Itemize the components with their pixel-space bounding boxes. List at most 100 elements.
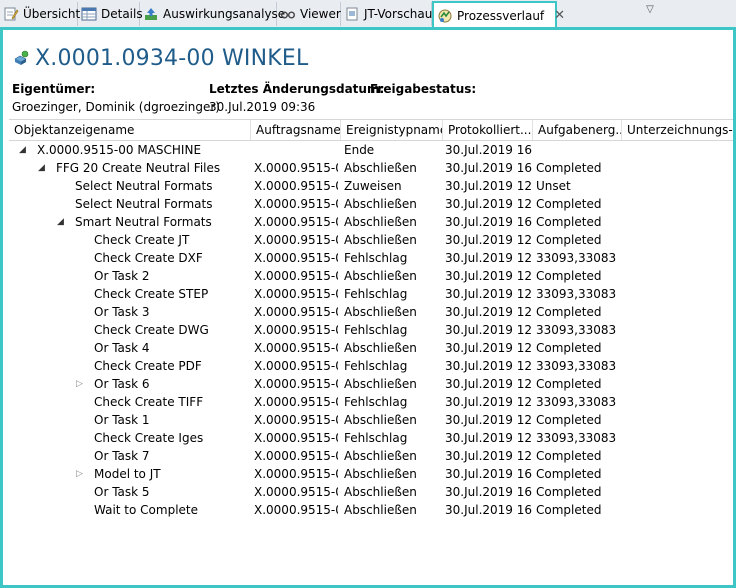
cell-logged-date: 30.Jul.2019 16:49 bbox=[445, 503, 533, 517]
close-tab-icon[interactable]: ✕ bbox=[554, 8, 565, 23]
table-row[interactable]: ◢ FFG 20 Create Neutral Files X.0000.9515-… bbox=[9, 159, 733, 177]
table-row[interactable]: Or Task 3 X.0000.9515-00 MASCHINE Abschlie… bbox=[9, 303, 733, 321]
cell-task-result: 33093,33083 bbox=[536, 323, 617, 337]
cell-event-type: Zuweisen bbox=[344, 179, 402, 193]
column-header-event-type[interactable]: Ereignistypname bbox=[341, 120, 443, 140]
cell-task-result: Completed bbox=[536, 503, 602, 517]
cell-task-result: Completed bbox=[536, 413, 602, 427]
table-row[interactable]: Check Create PDF X.0000.9515-00 MASCHINE F… bbox=[9, 357, 733, 375]
column-header-job-name[interactable]: Auftragsname bbox=[251, 120, 341, 140]
glasses-icon bbox=[280, 6, 296, 22]
cell-event-type: Abschließen bbox=[344, 197, 417, 211]
cell-event-type: Fehlschlag bbox=[344, 431, 408, 445]
tree-collapse-icon[interactable]: ◢ bbox=[38, 159, 48, 177]
owner-label: Eigentümer: bbox=[12, 82, 96, 96]
column-header-object-name[interactable]: Objektanzeigename bbox=[9, 120, 251, 140]
cell-job-name: X.0000.9515-00 MASCHINE bbox=[254, 413, 338, 427]
cell-logged-date: 30.Jul.2019 12:08 bbox=[445, 179, 533, 193]
cell-logged-date: 30.Jul.2019 12:36 bbox=[445, 269, 533, 283]
cell-logged-date: 30.Jul.2019 12:38 bbox=[445, 287, 533, 301]
table-row[interactable]: Select Neutral Formats X.0000.9515-00 MAS… bbox=[9, 195, 733, 213]
table-row[interactable]: ◢ X.0000.9515-00 MASCHINE Ende 30.Jul.2019 … bbox=[9, 141, 733, 159]
cell-logged-date: 30.Jul.2019 12:47 bbox=[445, 377, 533, 391]
owner-value: Groezinger, Dominik (dgroezinger) bbox=[12, 100, 220, 114]
view-menu-chevron-icon[interactable]: ▽ bbox=[644, 5, 656, 15]
tree-collapse-icon[interactable]: ◢ bbox=[57, 213, 67, 231]
cell-task-result: 33093,33083 bbox=[536, 287, 617, 301]
cell-event-type: Abschließen bbox=[344, 449, 417, 463]
cell-job-name: X.0000.9515-00 MASCHINE bbox=[254, 323, 338, 337]
cell-event-type: Abschließen bbox=[344, 269, 417, 283]
cell-task-result: 33093,33083 bbox=[536, 359, 617, 373]
cell-logged-date: 30.Jul.2019 12:43 bbox=[445, 341, 533, 355]
table-row[interactable]: Select Neutral Formats X.0000.9515-00 MAS… bbox=[9, 177, 733, 195]
cell-task-result: Completed bbox=[536, 161, 602, 175]
cell-job-name: X.0000.9515-00 MASCHINE bbox=[254, 485, 338, 499]
tab-label: Prozessverlauf bbox=[457, 8, 545, 23]
tab-jt-vorschau[interactable]: JT-Vorschau bbox=[341, 2, 432, 26]
cell-logged-date: 30.Jul.2019 16:47 bbox=[445, 467, 533, 481]
tree-expand-icon[interactable]: ▷ bbox=[76, 375, 86, 393]
table-row[interactable]: ▷ Or Task 6 X.0000.9515-00 MASCHINE Abschli… bbox=[9, 375, 733, 393]
table-row[interactable]: Wait to Complete X.0000.9515-00 MASCHINE A… bbox=[9, 501, 733, 519]
column-header-task-result[interactable]: Aufgabenerg... bbox=[533, 120, 622, 140]
table-row[interactable]: Check Create JT X.0000.9515-00 MASCHINE Ab… bbox=[9, 231, 733, 249]
cell-event-type: Fehlschlag bbox=[344, 323, 408, 337]
tree-collapse-icon[interactable]: ◢ bbox=[19, 141, 29, 159]
table-row[interactable]: Or Task 5 X.0000.9515-00 MASCHINE Abschlie… bbox=[9, 483, 733, 501]
tab-auswirkungsanalyse[interactable]: Auswirkungsanalyse bbox=[140, 2, 285, 26]
table-row[interactable]: Check Create TIFF X.0000.9515-00 MASCHINE… bbox=[9, 393, 733, 411]
cell-job-name: X.0000.9515-00 MASCHINE bbox=[254, 359, 338, 373]
cell-job-name: X.0000.9515-00 MASCHINE bbox=[254, 179, 338, 193]
cell-logged-date: 30.Jul.2019 16:52 bbox=[445, 161, 533, 175]
cell-object-name: FFG 20 Create Neutral Files bbox=[56, 161, 221, 175]
cell-logged-date: 30.Jul.2019 12:49 bbox=[445, 413, 533, 427]
cell-object-name: Check Create DWG bbox=[94, 323, 209, 337]
tab-details[interactable]: Details bbox=[78, 2, 143, 26]
cell-object-name: Or Task 7 bbox=[94, 449, 150, 463]
cell-job-name: X.0000.9515-00 MASCHINE bbox=[254, 341, 338, 355]
table-row[interactable]: ◢ Smart Neutral Formats X.0000.9515-00 MAS… bbox=[9, 213, 733, 231]
cell-event-type: Abschließen bbox=[344, 161, 417, 175]
table-row[interactable]: Check Create STEP X.0000.9515-00 MASCHINE… bbox=[9, 285, 733, 303]
pencil-page-icon bbox=[3, 6, 19, 22]
cell-event-type: Abschließen bbox=[344, 485, 417, 499]
cell-job-name: X.0000.9515-00 MASCHINE bbox=[254, 431, 338, 445]
tab-label: Details bbox=[101, 7, 143, 21]
cell-task-result: Completed bbox=[536, 233, 602, 247]
cell-event-type: Fehlschlag bbox=[344, 359, 408, 373]
tree-expand-icon[interactable]: ▷ bbox=[76, 465, 86, 483]
tab-label: Übersicht bbox=[23, 7, 81, 21]
cell-task-result: Completed bbox=[536, 467, 602, 481]
table-header: Objektanzeigename Auftragsname Ereignist… bbox=[9, 119, 733, 141]
column-header-logged[interactable]: Protokolliert... bbox=[443, 120, 533, 140]
editor-tab-strip: Übersicht Details Auswirkungsanalyse Vie… bbox=[0, 0, 736, 28]
column-header-signoff[interactable]: Unterzeichnungs-Er bbox=[622, 120, 733, 140]
cell-task-result: Completed bbox=[536, 377, 602, 391]
cell-object-name: Check Create PDF bbox=[94, 359, 202, 373]
cell-object-name: Wait to Complete bbox=[94, 503, 198, 517]
cell-event-type: Abschließen bbox=[344, 215, 417, 229]
cell-event-type: Abschließen bbox=[344, 503, 417, 517]
cell-task-result: Completed bbox=[536, 305, 602, 319]
table-row[interactable]: Or Task 1 X.0000.9515-00 MASCHINE Abschlie… bbox=[9, 411, 733, 429]
cell-logged-date: 30.Jul.2019 12:50 bbox=[445, 431, 533, 445]
table-row[interactable]: ▷ Model to JT X.0000.9515-00 MASCHINE Absch… bbox=[9, 465, 733, 483]
table-row[interactable]: Check Create DXF X.0000.9515-00 MASCHINE F… bbox=[9, 249, 733, 267]
tab-uebersicht[interactable]: Übersicht bbox=[0, 2, 81, 26]
cell-task-result: Completed bbox=[536, 485, 602, 499]
table-row[interactable]: Or Task 7 X.0000.9515-00 MASCHINE Abschlie… bbox=[9, 447, 733, 465]
cell-task-result: Completed bbox=[536, 197, 602, 211]
table-row[interactable]: Or Task 4 X.0000.9515-00 MASCHINE Abschlie… bbox=[9, 339, 733, 357]
cell-job-name: X.0000.9515-00 MASCHINE bbox=[254, 449, 338, 463]
table-row[interactable]: Check Create Iges X.0000.9515-00 MASCHINE… bbox=[9, 429, 733, 447]
release-status-label: Freigabestatus: bbox=[370, 82, 477, 96]
cell-logged-date: 30.Jul.2019 12:42 bbox=[445, 323, 533, 337]
cell-task-result: Completed bbox=[536, 215, 602, 229]
impact-analysis-icon bbox=[143, 6, 159, 22]
tab-prozessverlauf[interactable]: Prozessverlauf ✕ bbox=[432, 1, 565, 28]
table-row[interactable]: Or Task 2 X.0000.9515-00 MASCHINE Abschlie… bbox=[9, 267, 733, 285]
table-row[interactable]: Check Create DWG X.0000.9515-00 MASCHINE F… bbox=[9, 321, 733, 339]
tab-viewer[interactable]: Viewer bbox=[277, 2, 341, 26]
cell-job-name: X.0000.9515-00 MASCHINE bbox=[254, 161, 338, 175]
